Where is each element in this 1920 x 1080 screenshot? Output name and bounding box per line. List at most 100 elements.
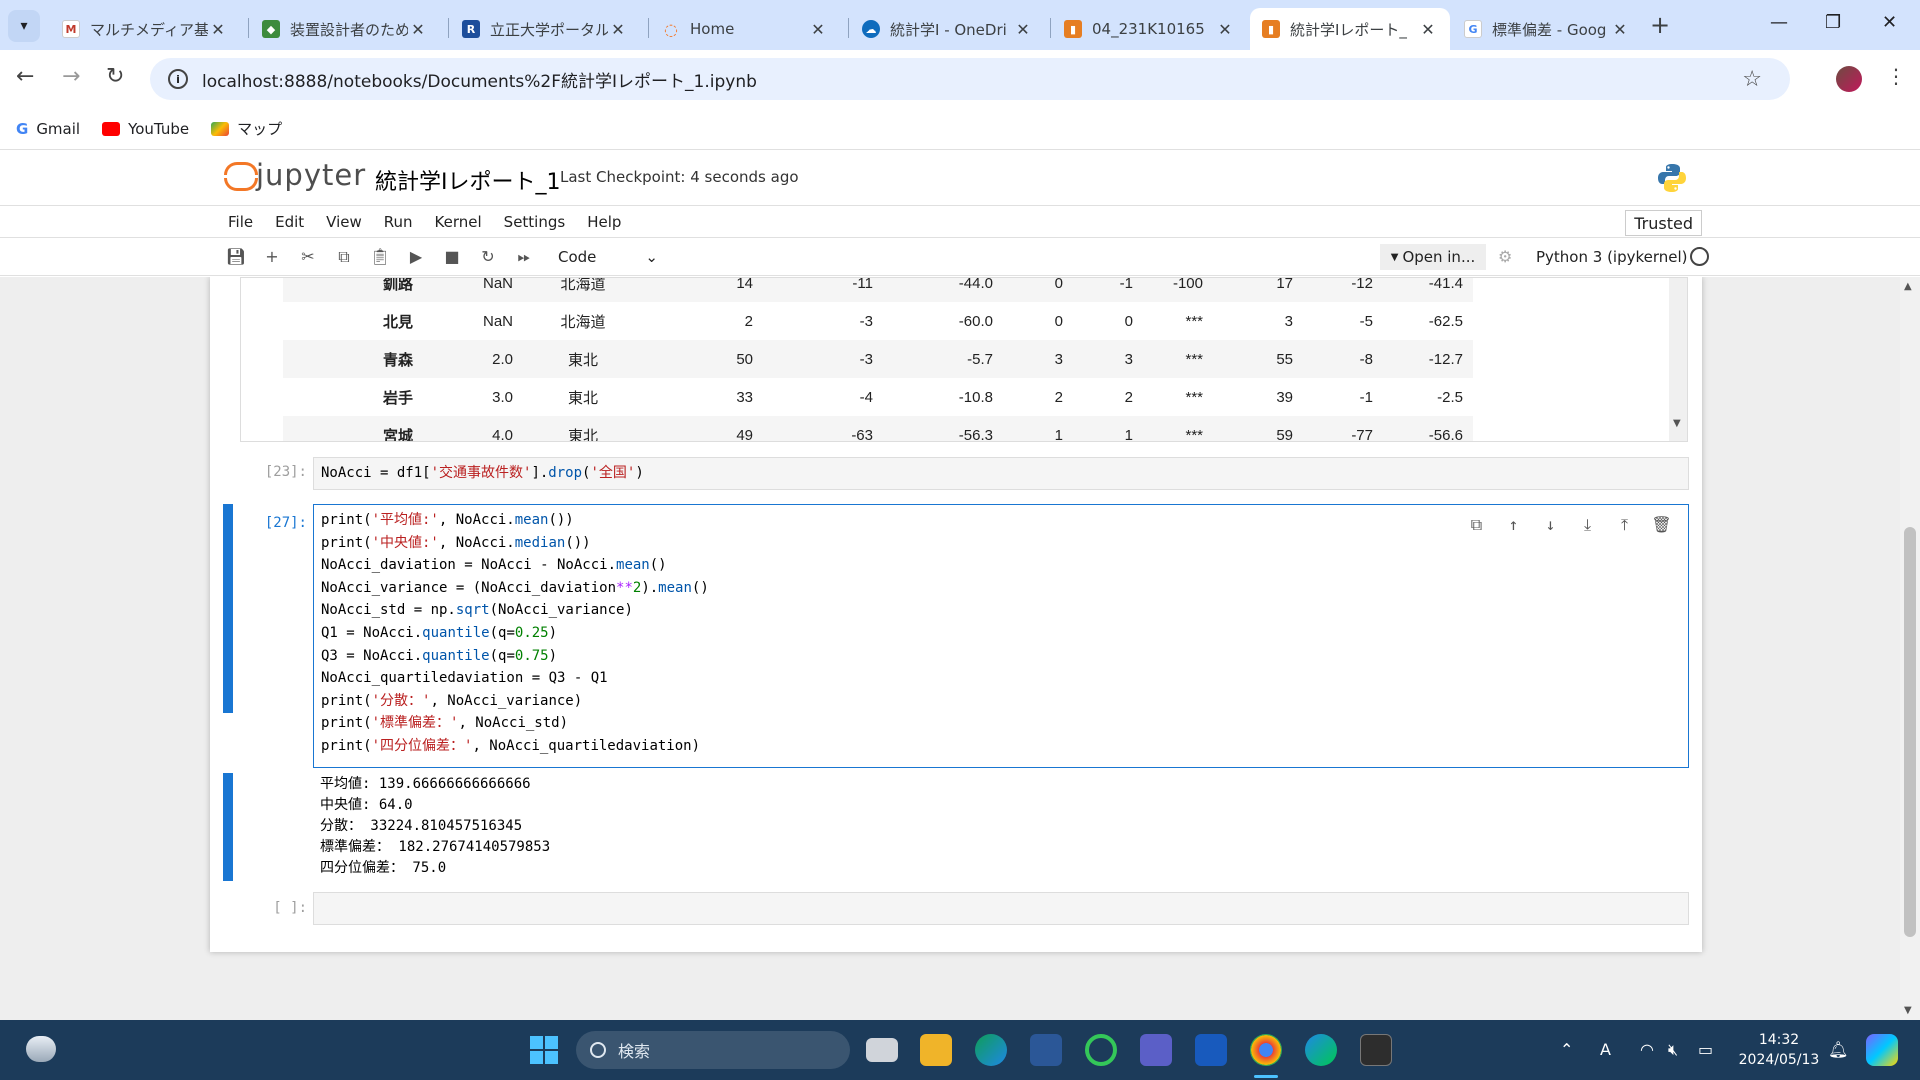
taskbar-search[interactable]: 検索 — [576, 1031, 850, 1069]
close-tab-icon[interactable]: ✕ — [1013, 20, 1033, 39]
copy-icon[interactable]: ⧉ — [326, 247, 362, 267]
jupyter-logo[interactable]: jupyter — [224, 158, 366, 192]
stop-icon[interactable]: ■ — [434, 247, 470, 266]
browser-tab-active[interactable]: ▮ 統計学Ⅰレポート_ ✕ — [1250, 8, 1450, 50]
word-icon[interactable] — [1195, 1034, 1227, 1066]
tab-title: マルチメディア基礎 — [90, 20, 208, 39]
close-tab-icon[interactable]: ✕ — [608, 20, 628, 39]
edge-icon[interactable] — [975, 1034, 1007, 1066]
menu-view[interactable]: View — [326, 213, 362, 231]
reload-icon[interactable]: ↻ — [106, 64, 124, 89]
output-scrollbar[interactable]: ▼ — [1669, 278, 1687, 441]
notification-bell-icon[interactable]: 🔔︎ — [1828, 1040, 1848, 1059]
menu-file[interactable]: File — [228, 213, 253, 231]
bookmark-star-icon[interactable]: ☆ — [1742, 67, 1762, 92]
battery-icon[interactable]: ▭ — [1698, 1040, 1713, 1059]
run-all-icon[interactable]: ⏩︎ — [506, 247, 542, 267]
volume-muted-icon[interactable]: 🔇︎ — [1668, 1040, 1678, 1060]
close-tab-icon[interactable]: ✕ — [1418, 20, 1438, 39]
teams-icon[interactable] — [1140, 1034, 1172, 1066]
browser-tab[interactable]: ◆ 装置設計者のため ✕ — [250, 8, 440, 50]
restore-icon[interactable]: ❐ — [1825, 12, 1841, 33]
chrome-icon[interactable] — [1250, 1034, 1282, 1066]
menu-run[interactable]: Run — [384, 213, 413, 231]
copilot-icon[interactable] — [1866, 1034, 1898, 1066]
close-tab-icon[interactable]: ✕ — [1610, 20, 1630, 39]
move-up-icon[interactable]: ↑ — [1495, 515, 1532, 535]
table-cell: 1 — [1073, 416, 1143, 441]
restart-icon[interactable]: ↻ — [470, 247, 506, 266]
site-info-icon[interactable]: i — [168, 69, 188, 89]
scroll-up-icon[interactable]: ▲ — [1904, 281, 1912, 292]
table-cell: -11 — [763, 278, 883, 302]
close-window-icon[interactable]: ✕ — [1882, 12, 1897, 33]
cut-icon[interactable]: ✂ — [290, 247, 326, 266]
delete-cell-icon[interactable]: 🗑︎ — [1643, 515, 1680, 535]
tab-search-button[interactable]: ▾ — [8, 10, 40, 42]
browser-tab[interactable]: R 立正大学ポータル ✕ — [450, 8, 640, 50]
back-icon[interactable]: ← — [16, 64, 34, 89]
minimize-icon[interactable]: — — [1770, 12, 1788, 33]
taskbar-clock[interactable]: 14:32 2024/05/13 — [1734, 1030, 1824, 1070]
menu-settings[interactable]: Settings — [504, 213, 566, 231]
profile-avatar[interactable] — [1836, 66, 1862, 92]
active-cell-collapser[interactable] — [223, 504, 233, 713]
insert-above-icon[interactable]: ⤒ — [1606, 515, 1643, 535]
kernel-name[interactable]: Python 3 (ipykernel) — [1536, 248, 1688, 266]
store-icon[interactable] — [1030, 1034, 1062, 1066]
insert-below-icon[interactable]: ⤓ — [1569, 515, 1606, 535]
bookmark-maps[interactable]: マップ — [211, 118, 282, 139]
start-icon[interactable] — [528, 1034, 560, 1066]
paste-icon[interactable]: 📋︎ — [362, 247, 398, 266]
move-down-icon[interactable]: ↓ — [1532, 515, 1569, 535]
tray-overflow-icon[interactable]: ⌃ — [1560, 1040, 1573, 1059]
task-view-icon[interactable] — [866, 1038, 898, 1062]
close-tab-icon[interactable]: ✕ — [408, 20, 428, 39]
browser-tab[interactable]: M マルチメディア基礎 ✕ — [50, 8, 240, 50]
run-icon[interactable]: ▶ — [398, 247, 434, 266]
close-tab-icon[interactable]: ✕ — [1215, 20, 1235, 39]
menu-help[interactable]: Help — [587, 213, 621, 231]
scrollbar-thumb[interactable] — [1904, 527, 1916, 937]
empty-code-cell[interactable] — [313, 892, 1689, 925]
moodle-icon: M — [62, 20, 80, 38]
browser-tab[interactable]: ◌ Home ✕ — [650, 8, 840, 50]
terminal-icon[interactable] — [1360, 1034, 1392, 1066]
open-in-button[interactable]: ▼ Open in... — [1380, 244, 1486, 270]
chrome-menu-icon[interactable]: ⋮ — [1886, 64, 1906, 88]
close-tab-icon[interactable]: ✕ — [208, 20, 228, 39]
code-cell-27[interactable]: print('平均値:', NoAcci.mean()) print('中央値:'… — [313, 504, 1689, 768]
file-explorer-icon[interactable] — [920, 1034, 952, 1066]
address-bar[interactable]: i localhost:8888/notebooks/Documents%2F統… — [150, 58, 1790, 100]
browser-tab[interactable]: G 標準偏差 - Goog ✕ — [1452, 8, 1642, 50]
code-editor[interactable]: print('平均値:', NoAcci.mean()) print('中央値:'… — [314, 509, 1688, 758]
edge-dev-icon[interactable] — [1305, 1034, 1337, 1066]
menu-kernel[interactable]: Kernel — [435, 213, 482, 231]
output-collapser[interactable] — [223, 773, 233, 881]
trusted-indicator[interactable]: Trusted — [1625, 210, 1702, 236]
settings-gear-icon[interactable]: ⚙ — [1498, 247, 1512, 266]
new-tab-button[interactable]: + — [1650, 11, 1670, 39]
cell-type-select[interactable]: Code ⌄ — [558, 248, 658, 266]
forward-icon[interactable]: → — [62, 64, 80, 89]
code-cell-23[interactable]: NoAcci = df1['交通事故件数'].drop('全国') — [313, 457, 1689, 490]
page-scrollbar[interactable]: ▲ ▼ — [1900, 277, 1920, 1020]
browser-tab[interactable]: ☁ 統計学Ⅰ - OneDri ✕ — [850, 8, 1045, 50]
add-cell-icon[interactable]: + — [254, 247, 290, 266]
bookmark-youtube[interactable]: YouTube — [102, 120, 189, 138]
scroll-down-icon[interactable]: ▼ — [1904, 1005, 1912, 1016]
scroll-down-icon[interactable]: ▼ — [1673, 418, 1681, 429]
dataframe-output[interactable]: 釧路 NaN 北海道 14 -11 -44.0 0 -1 -100 17 -12 -41.4 北見 NaN… — [240, 277, 1688, 442]
notebook-title[interactable]: 統計学Ⅰレポート_1 — [375, 164, 561, 196]
table-cell: 4.0 — [423, 416, 523, 441]
close-tab-icon[interactable]: ✕ — [808, 20, 828, 39]
browser-tab[interactable]: ▮ 04_231K10165 ✕ — [1052, 8, 1247, 50]
wifi-icon[interactable]: ◠ — [1640, 1040, 1654, 1059]
app-ring-icon[interactable] — [1085, 1034, 1117, 1066]
weather-icon[interactable] — [26, 1036, 56, 1062]
menu-edit[interactable]: Edit — [275, 213, 304, 231]
save-icon[interactable]: 💾︎ — [218, 247, 254, 266]
ime-icon[interactable]: A — [1600, 1040, 1611, 1059]
bookmark-gmail[interactable]: G Gmail — [16, 120, 80, 138]
duplicate-cell-icon[interactable]: ⧉ — [1458, 515, 1495, 535]
